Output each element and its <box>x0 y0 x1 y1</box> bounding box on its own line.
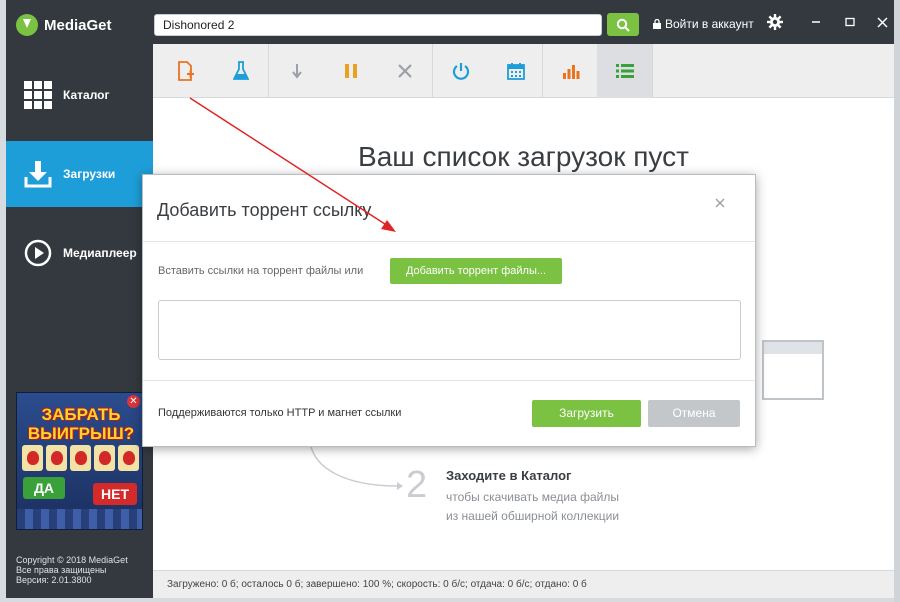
copyright: Copyright © 2018 MediaGet Все права защи… <box>16 555 128 585</box>
speed-chart-button[interactable] <box>543 44 598 98</box>
strawberry-icon <box>70 445 91 471</box>
step-description-line: чтобы скачивать медиа файлы <box>446 490 619 504</box>
add-torrent-files-button[interactable]: Добавить торрент файлы... <box>390 258 562 284</box>
play-icon <box>23 238 53 268</box>
close-button[interactable] <box>872 12 892 32</box>
minimize-button[interactable] <box>806 12 826 32</box>
maximize-icon <box>845 17 855 27</box>
ad-yes-button[interactable]: ДА <box>23 477 65 499</box>
dialog-divider <box>143 380 755 381</box>
add-file-icon <box>177 61 194 81</box>
step-number: 2 <box>406 464 428 506</box>
illustration-titlebar <box>764 342 822 354</box>
gear-icon[interactable] <box>767 14 783 30</box>
grid-icon <box>23 80 53 110</box>
torrent-links-textarea[interactable] <box>158 300 741 360</box>
copyright-line: Copyright © 2018 MediaGet <box>16 555 128 565</box>
chart-icon <box>562 65 579 79</box>
add-torrent-link-dialog: Добавить торрент ссылку Вставить ссылки … <box>142 174 756 447</box>
list-view-button[interactable] <box>597 44 652 98</box>
rights-line: Все права защищены <box>16 565 107 575</box>
strawberry-icon <box>94 445 115 471</box>
ad-title: ЗАБРАТЬ ВЫИГРЫШ? <box>27 405 135 443</box>
hint-window-illustration <box>762 340 824 400</box>
empty-list-title: Ваш список загрузок пуст <box>358 141 689 172</box>
test-button[interactable] <box>213 44 268 98</box>
sidebar-item-label: Каталог <box>63 88 110 102</box>
sidebar-item-mediaplayer[interactable]: Медиаплеер <box>6 220 153 286</box>
login-label: Войти в аккаунт <box>665 17 754 31</box>
stop-button[interactable] <box>377 44 432 98</box>
ad-slot-reels <box>22 445 139 471</box>
dialog-title: Добавить торрент ссылку <box>157 200 372 220</box>
top-bar: Войти в аккаунт <box>153 0 894 44</box>
strawberry-icon <box>46 445 67 471</box>
close-icon[interactable] <box>713 196 727 210</box>
login-link[interactable]: Войти в аккаунт <box>653 17 754 31</box>
calendar-icon <box>506 63 525 80</box>
version-line: Версия: 2.01.3800 <box>16 575 92 585</box>
maximize-button[interactable] <box>840 12 860 32</box>
sidebar-item-label: Загрузки <box>63 167 116 181</box>
mediaget-logo-icon <box>16 14 38 36</box>
flask-icon <box>232 61 249 80</box>
shutdown-button[interactable] <box>433 44 488 98</box>
toolbar <box>153 44 894 98</box>
ad-banner[interactable]: ✕ ЗАБРАТЬ ВЫИГРЫШ? ДА НЕТ <box>16 392 143 530</box>
power-icon <box>452 63 469 80</box>
cancel-button[interactable]: Отмена <box>648 400 740 427</box>
download-icon <box>23 159 53 189</box>
search-input[interactable] <box>154 14 602 36</box>
supported-links-note: Поддерживаются только HTTP и магнет ссыл… <box>158 407 402 419</box>
paste-links-label: Вставить ссылки на торрент файлы или <box>158 265 364 277</box>
step-description-line: из нашей обширной коллекции <box>446 509 620 523</box>
status-bar: Загружено: 0 б; осталось 0 б; завершено:… <box>153 570 894 598</box>
background-window-edge <box>894 0 900 602</box>
minimize-icon <box>812 21 820 23</box>
lock-icon <box>653 19 661 29</box>
strawberry-icon <box>118 445 139 471</box>
toolbar-divider <box>652 44 653 98</box>
hint-arrow-icon <box>309 441 403 490</box>
app-name: MediaGet <box>44 16 112 34</box>
upload-button[interactable]: Загрузить <box>532 400 641 427</box>
pause-icon <box>344 64 357 78</box>
ad-decoration <box>17 509 142 529</box>
close-icon <box>876 16 888 28</box>
search-button[interactable] <box>607 13 639 36</box>
download-arrow-icon <box>291 64 302 79</box>
dialog-divider <box>143 241 755 242</box>
app-logo: MediaGet <box>16 13 112 37</box>
sidebar-item-downloads[interactable]: Загрузки <box>6 141 153 207</box>
sidebar-item-catalog[interactable]: Каталог <box>6 62 153 128</box>
step-description: чтобы скачивать медиа файлы из нашей обш… <box>446 488 619 526</box>
list-icon <box>615 64 634 78</box>
step-title: Заходите в Каталог <box>446 468 572 483</box>
pause-button[interactable] <box>323 44 378 98</box>
sidebar-item-label: Медиаплеер <box>63 246 137 260</box>
strawberry-icon <box>22 445 43 471</box>
schedule-button[interactable] <box>488 44 543 98</box>
sidebar: MediaGet Каталог Загрузки Медиаплеер ✕ З… <box>6 0 153 598</box>
search-icon <box>616 18 630 32</box>
ad-no-button[interactable]: НЕТ <box>93 483 137 505</box>
start-download-button[interactable] <box>269 44 324 98</box>
stop-icon <box>397 64 412 78</box>
add-torrent-button[interactable] <box>158 44 213 98</box>
